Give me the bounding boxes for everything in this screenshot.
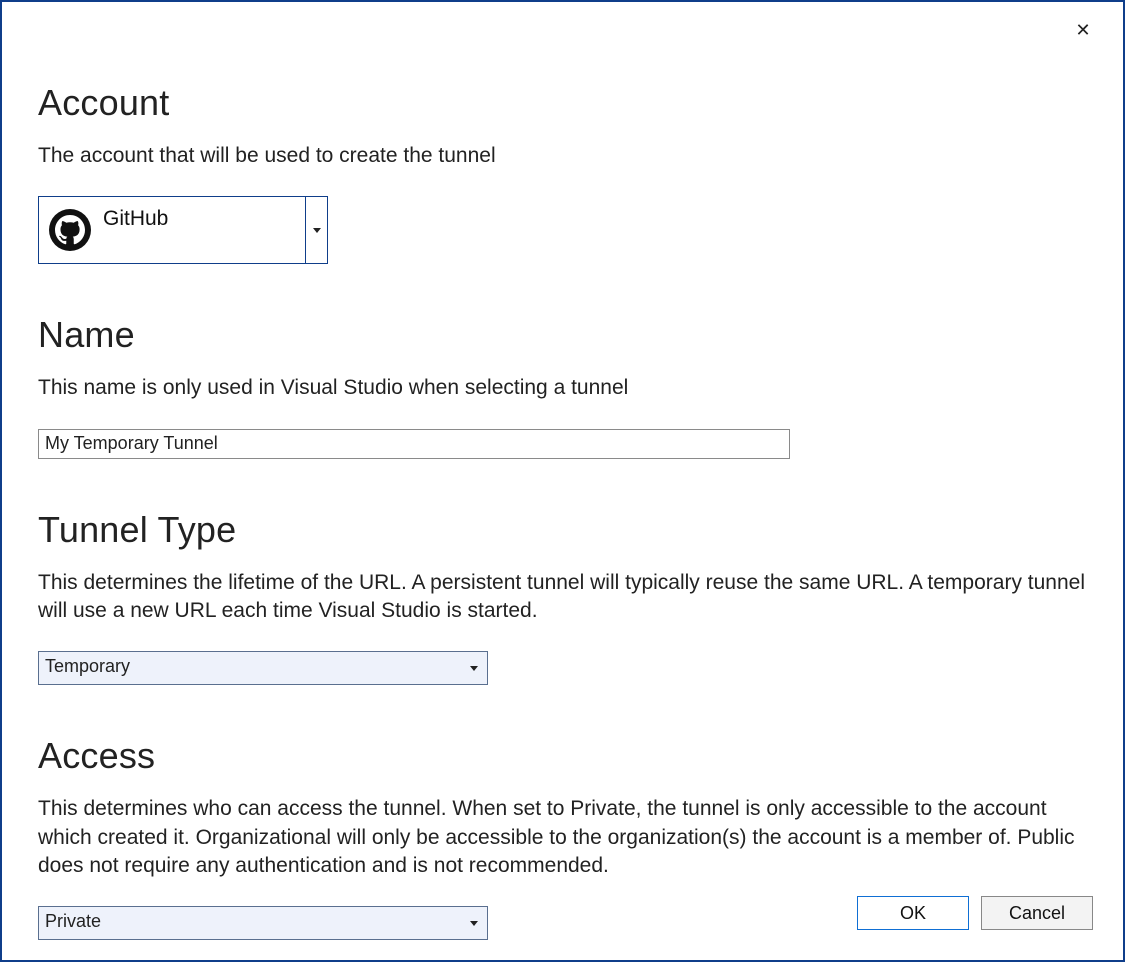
account-dropdown[interactable]: GitHub [38, 196, 328, 264]
access-dropdown[interactable]: Private [38, 906, 488, 940]
name-section: Name This name is only used in Visual St… [38, 314, 1087, 458]
account-heading: Account [38, 82, 1087, 124]
chevron-down-icon [470, 921, 478, 926]
account-section: Account The account that will be used to… [38, 82, 1087, 264]
tunnel-type-heading: Tunnel Type [38, 509, 1087, 551]
tunnel-type-caret[interactable] [461, 652, 487, 684]
access-description: This determines who can access the tunne… [38, 795, 1087, 880]
account-dropdown-caret[interactable] [305, 197, 327, 263]
tunnel-name-input[interactable] [38, 429, 790, 459]
github-icon [49, 209, 91, 251]
close-icon: ✕ [1075, 20, 1090, 41]
tunnel-type-description: This determines the lifetime of the URL.… [38, 569, 1087, 626]
dialog-window: ✕ Account The account that will be used … [0, 0, 1125, 962]
chevron-down-icon [313, 228, 321, 233]
account-description: The account that will be used to create … [38, 142, 1087, 170]
access-caret[interactable] [461, 907, 487, 939]
tunnel-type-selected: Temporary [39, 652, 461, 684]
dialog-footer: OK Cancel [857, 896, 1093, 930]
close-button[interactable]: ✕ [1063, 14, 1103, 46]
access-selected: Private [39, 907, 461, 939]
name-description: This name is only used in Visual Studio … [38, 374, 1087, 402]
cancel-button[interactable]: Cancel [981, 896, 1093, 930]
ok-button[interactable]: OK [857, 896, 969, 930]
chevron-down-icon [470, 666, 478, 671]
access-heading: Access [38, 735, 1087, 777]
tunnel-type-section: Tunnel Type This determines the lifetime… [38, 509, 1087, 686]
account-selected-label: GitHub [103, 205, 168, 231]
tunnel-type-dropdown[interactable]: Temporary [38, 651, 488, 685]
name-heading: Name [38, 314, 1087, 356]
